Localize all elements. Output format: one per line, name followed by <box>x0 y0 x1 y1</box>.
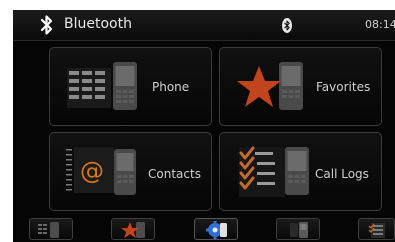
contacts-tile-label: Contacts <box>148 167 201 181</box>
bluetooth-screen: Bluetooth 08:14 Phone Favorites @ Contac… <box>13 10 395 242</box>
settings-gear-icon <box>206 221 227 239</box>
bottom-dock <box>13 215 395 242</box>
page-title: Bluetooth <box>64 16 132 32</box>
call-logs-tile-label: Call Logs <box>315 167 369 181</box>
favorites-tile[interactable]: Favorites <box>219 47 382 126</box>
dock-settings-button[interactable] <box>194 218 238 240</box>
bluetooth-logo-icon <box>40 15 53 35</box>
favorites-tile-label: Favorites <box>316 80 371 94</box>
call-logs-icon <box>368 223 385 238</box>
dock-favorites-button[interactable] <box>111 218 155 240</box>
call-logs-checklist-icon <box>239 146 309 197</box>
contacts-at-icon: @ <box>66 147 136 195</box>
dock-call-logs-button[interactable] <box>358 218 395 240</box>
phone-keypad-icon <box>67 62 137 110</box>
call-logs-tile[interactable]: Call Logs <box>219 132 382 211</box>
phone-keypad-icon <box>38 222 59 238</box>
dock-phone-device-button[interactable] <box>276 218 320 240</box>
dock-phone-button[interactable] <box>29 218 73 240</box>
phone-device-icon <box>290 222 308 238</box>
top-bar: Bluetooth 08:14 <box>13 10 395 41</box>
favorites-star-icon <box>237 62 303 110</box>
phone-tile[interactable]: Phone <box>49 47 212 126</box>
phone-tile-label: Phone <box>152 80 190 94</box>
svg-text:@: @ <box>80 157 104 185</box>
clock: 08:14 <box>365 18 395 31</box>
contacts-tile[interactable]: @ Contacts <box>49 132 212 211</box>
favorites-star-icon <box>121 222 145 238</box>
bluetooth-status-icon <box>282 18 292 33</box>
